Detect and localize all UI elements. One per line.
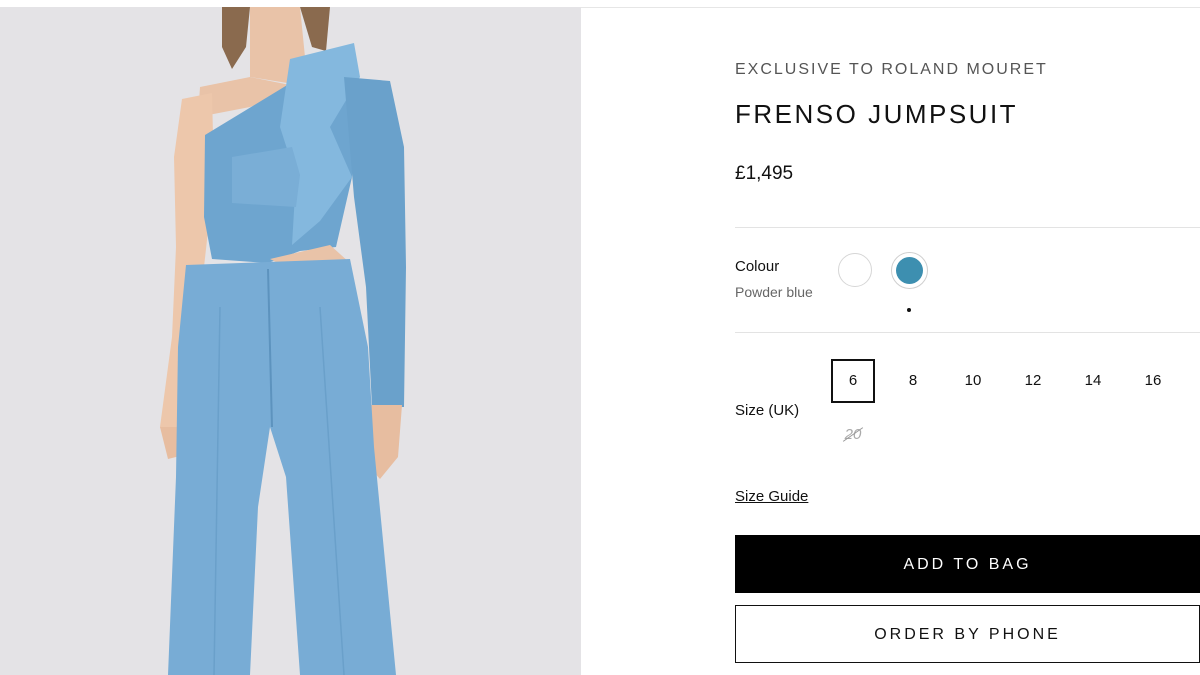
product-title: FRENSO JUMPSUIT <box>735 99 1019 129</box>
size-option-6[interactable]: 6 <box>831 359 875 403</box>
colour-swatch-powder-blue-fill <box>896 257 923 284</box>
size-option-8[interactable]: 8 <box>891 359 935 403</box>
order-by-phone-button[interactable]: ORDER BY PHONE <box>735 605 1200 663</box>
size-label: Size (UK) <box>735 402 800 419</box>
colour-swatch-white[interactable] <box>838 253 872 287</box>
selected-colour-indicator <box>907 308 911 312</box>
colour-swatch-powder-blue[interactable] <box>891 252 928 289</box>
product-price: £1,495 <box>735 163 794 184</box>
divider <box>735 332 1200 333</box>
brand-label: EXCLUSIVE TO ROLAND MOURET <box>735 61 1048 78</box>
product-info-panel: EXCLUSIVE TO ROLAND MOURET FRENSO JUMPSU… <box>735 0 1200 675</box>
add-to-bag-button[interactable]: ADD TO BAG <box>735 535 1200 593</box>
size-option-20-unavailable: 20 <box>831 413 875 457</box>
size-option-10[interactable]: 10 <box>951 359 995 403</box>
colour-label: Colour <box>735 258 780 275</box>
size-option-16[interactable]: 16 <box>1131 359 1175 403</box>
colour-selected-name: Powder blue <box>735 284 813 300</box>
size-guide-link[interactable]: Size Guide <box>735 488 808 505</box>
size-option-12[interactable]: 12 <box>1011 359 1055 403</box>
product-photo-illustration <box>0 7 581 675</box>
size-option-14[interactable]: 14 <box>1071 359 1115 403</box>
product-image[interactable] <box>0 7 581 675</box>
divider <box>735 227 1200 228</box>
